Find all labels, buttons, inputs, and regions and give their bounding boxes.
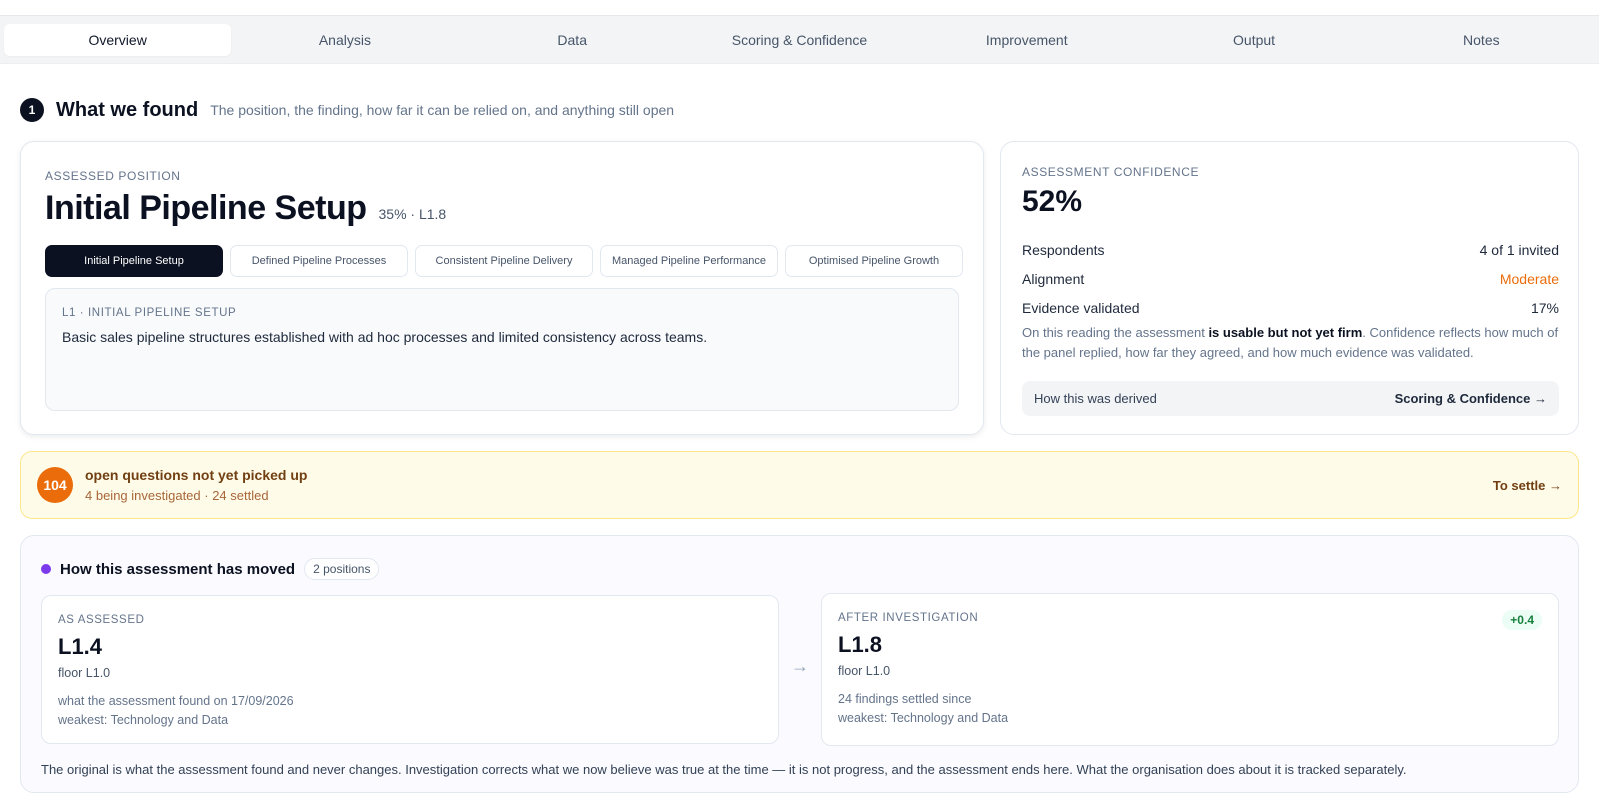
section-title: What we found <box>56 98 199 121</box>
metric-value: 4 of 1 invited <box>1479 241 1559 258</box>
open-questions-title: open questions not yet picked up <box>85 467 308 483</box>
as-assessed-floor: floor L1.0 <box>58 666 111 680</box>
after-investigation-floor: floor L1.0 <box>838 664 891 678</box>
movement-title: How this assessment has moved <box>60 560 296 578</box>
section-header: 1 What we found The position, the findin… <box>20 98 674 122</box>
level-description-text: Basic sales pipeline structures establis… <box>62 329 708 345</box>
tab-output[interactable]: Output <box>1140 24 1367 56</box>
as-assessed-weakest: weakest: Technology and Data <box>58 713 229 727</box>
derivation-label: How this was derived <box>1034 391 1157 406</box>
as-assessed-label: AS ASSESSED <box>58 614 145 626</box>
level-button-consistent[interactable]: Consistent Pipeline Delivery <box>415 245 593 277</box>
open-questions-count-badge: 104 <box>37 467 73 503</box>
open-questions-subtitle: 4 being investigated · 24 settled <box>85 488 269 503</box>
metric-label: Alignment <box>1022 270 1085 287</box>
metric-value: Moderate <box>1499 270 1559 287</box>
assessment-confidence-card: ASSESSMENT CONFIDENCE 52% Respondents 4 … <box>1000 141 1579 435</box>
after-investigation-weakest: weakest: Technology and Data <box>838 711 1009 725</box>
movement-header: How this assessment has moved 2 position… <box>41 558 380 580</box>
level-description-label: L1 · INITIAL PIPELINE SETUP <box>62 307 237 319</box>
status-dot <box>41 564 51 574</box>
tab-overview[interactable]: Overview <box>4 23 232 56</box>
as-assessed-date-line: what the assessment found on 17/09/2026 <box>58 694 294 708</box>
metric-row-respondents: Respondents 4 of 1 invited <box>1022 235 1559 264</box>
level-button-optimised[interactable]: Optimised Pipeline Growth <box>785 245 963 277</box>
tab-bar: Overview Analysis Data Scoring & Confide… <box>0 15 1599 64</box>
metric-label: Evidence validated <box>1022 299 1140 316</box>
section-subtitle: The position, the finding, how far it ca… <box>210 102 675 118</box>
position-title: Initial Pipeline Setup <box>45 189 367 227</box>
confidence-label: ASSESSMENT CONFIDENCE <box>1022 165 1200 179</box>
confidence-note-emphasis: is usable but not yet firm <box>1208 325 1363 340</box>
open-questions-banner: 104 open questions not yet picked up 4 b… <box>20 451 1579 519</box>
confidence-note-pre: On this reading the assessment <box>1022 325 1209 340</box>
level-delta-badge: +0.4 <box>1502 610 1542 630</box>
metric-label: Respondents <box>1022 241 1105 258</box>
metric-row-evidence: Evidence validated 17% <box>1022 293 1559 322</box>
position-title-row: Initial Pipeline Setup 35% · L1.8 <box>45 189 446 228</box>
level-description-box: L1 · INITIAL PIPELINE SETUP Basic sales … <box>45 288 959 411</box>
positions-count-pill: 2 positions <box>304 558 380 580</box>
to-settle-link[interactable]: To settle → <box>1493 478 1562 493</box>
metric-row-alignment: Alignment Moderate <box>1022 264 1559 293</box>
scoring-confidence-link[interactable]: Scoring & Confidence → <box>1395 391 1547 406</box>
derivation-row[interactable]: How this was derived Scoring & Confidenc… <box>1022 381 1559 416</box>
position-meta: 35% · L1.8 <box>378 206 447 222</box>
level-button-initial[interactable]: Initial Pipeline Setup <box>45 245 223 277</box>
as-assessed-level: L1.4 <box>58 634 103 659</box>
confidence-value: 52% <box>1022 185 1083 218</box>
open-questions-text: open questions not yet picked up 4 being… <box>85 467 307 503</box>
tab-data[interactable]: Data <box>459 24 686 56</box>
tab-scoring-confidence[interactable]: Scoring & Confidence <box>686 24 913 56</box>
arrow-right-icon: → <box>791 656 809 676</box>
level-button-managed[interactable]: Managed Pipeline Performance <box>600 245 778 277</box>
metric-value: 17% <box>1530 299 1559 316</box>
findings-settled-line: 24 findings settled since <box>838 692 972 706</box>
tab-analysis[interactable]: Analysis <box>231 24 458 56</box>
level-selector: Initial Pipeline Setup Defined Pipeline … <box>45 245 963 277</box>
section-number-badge: 1 <box>20 98 44 122</box>
confidence-note: On this reading the assessment is usable… <box>1022 323 1562 363</box>
assessed-position-card: ASSESSED POSITION Initial Pipeline Setup… <box>20 141 984 435</box>
after-investigation-level: L1.8 <box>838 632 883 657</box>
after-investigation-card: AFTER INVESTIGATION +0.4 L1.8 floor L1.0… <box>821 593 1559 746</box>
as-assessed-card: AS ASSESSED L1.4 floor L1.0 what the ass… <box>41 595 779 744</box>
confidence-metrics: Respondents 4 of 1 invited Alignment Mod… <box>1022 235 1559 322</box>
after-investigation-label: AFTER INVESTIGATION <box>838 612 979 624</box>
assessed-position-label: ASSESSED POSITION <box>45 169 181 183</box>
movement-footnote: The original is what the assessment foun… <box>41 762 1407 777</box>
tab-improvement[interactable]: Improvement <box>913 24 1140 56</box>
assessment-movement-panel: How this assessment has moved 2 position… <box>20 535 1579 793</box>
level-button-defined[interactable]: Defined Pipeline Processes <box>230 245 408 277</box>
tab-notes[interactable]: Notes <box>1368 24 1595 56</box>
